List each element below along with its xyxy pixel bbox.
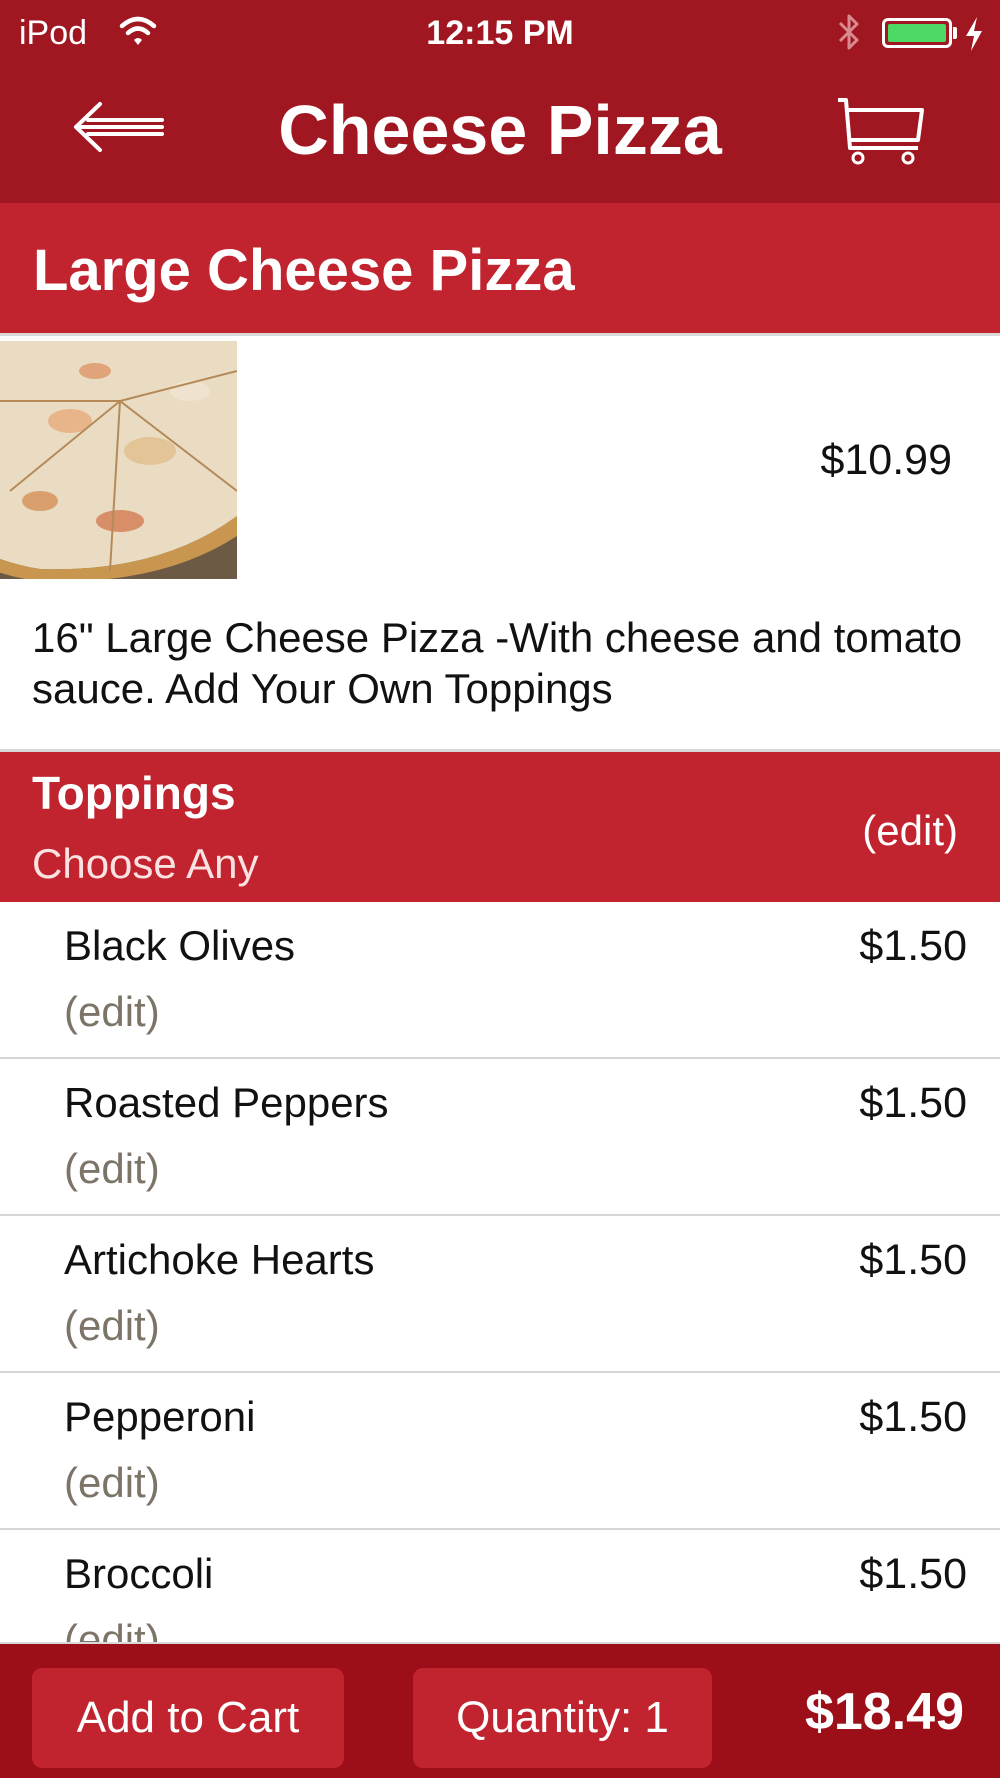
topping-edit-link[interactable]: (edit)	[64, 988, 160, 1036]
section-subtitle: Choose Any	[32, 840, 259, 887]
topping-edit-link[interactable]: (edit)	[64, 1302, 160, 1350]
add-to-cart-button[interactable]: Add to Cart	[32, 1668, 344, 1768]
order-total: $18.49	[804, 1683, 964, 1741]
bottom-toolbar: Add to Cart Quantity: 1 $18.49	[0, 1642, 1000, 1778]
battery-icon	[882, 18, 952, 48]
navigation-bar: iPod 12:15 PM Cheese Pizza	[0, 0, 1000, 203]
list-item[interactable]: Roasted Peppers (edit) $1.50	[0, 1059, 1000, 1216]
toppings-list: Black Olives (edit) $1.50 Roasted Pepper…	[0, 902, 1000, 1642]
cart-icon[interactable]	[836, 96, 926, 166]
product-price: $10.99	[820, 436, 952, 484]
product-description: 16" Large Cheese Pizza -With cheese and …	[32, 614, 963, 712]
battery-tip	[953, 27, 957, 39]
topping-name: Pepperoni	[64, 1393, 256, 1440]
topping-name: Roasted Peppers	[64, 1079, 389, 1126]
topping-name: Black Olives	[64, 922, 296, 969]
list-item[interactable]: Artichoke Hearts (edit) $1.50	[0, 1216, 1000, 1373]
toppings-edit-link[interactable]: (edit)	[862, 807, 958, 855]
topping-price: $1.50	[859, 1079, 967, 1127]
status-bar: iPod 12:15 PM	[0, 0, 1000, 66]
topping-edit-link[interactable]: (edit)	[64, 1459, 160, 1507]
quantity-button[interactable]: Quantity: 1	[413, 1668, 712, 1768]
list-item[interactable]: Broccoli (edit) $1.50	[0, 1530, 1000, 1642]
product-name: Large Cheese Pizza	[33, 238, 575, 303]
topping-price: $1.50	[859, 1236, 967, 1284]
topping-price: $1.50	[859, 922, 967, 970]
list-item[interactable]: Black Olives (edit) $1.50	[0, 902, 1000, 1059]
topping-price: $1.50	[859, 1393, 967, 1441]
product-image	[0, 341, 237, 579]
section-title: Toppings	[32, 767, 236, 819]
topping-name: Broccoli	[64, 1550, 214, 1597]
bluetooth-icon	[838, 14, 859, 50]
topping-price: $1.50	[859, 1550, 967, 1598]
charging-bolt-icon	[966, 17, 982, 51]
product-header: Large Cheese Pizza	[0, 203, 1000, 336]
list-item[interactable]: Pepperoni (edit) $1.50	[0, 1373, 1000, 1530]
topping-name: Artichoke Hearts	[64, 1236, 375, 1283]
topping-edit-link[interactable]: (edit)	[64, 1616, 160, 1642]
topping-edit-link[interactable]: (edit)	[64, 1145, 160, 1193]
toppings-header: Toppings Choose Any (edit)	[0, 749, 1000, 902]
